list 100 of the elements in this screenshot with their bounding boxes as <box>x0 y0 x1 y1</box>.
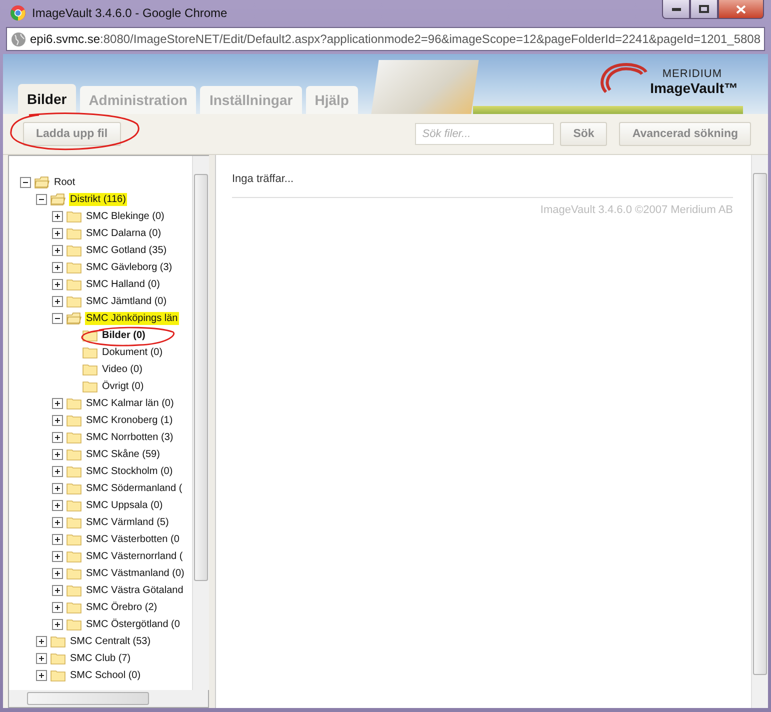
tree-item[interactable]: SMC Jönköpings län <box>85 312 179 325</box>
minimize-icon <box>672 8 680 10</box>
expand-icon[interactable] <box>52 228 63 239</box>
tree-item[interactable]: SMC Jämtland (0) <box>85 295 168 308</box>
folder-icon <box>82 363 98 376</box>
expand-icon[interactable] <box>36 636 47 647</box>
tree-item[interactable]: Video (0) <box>101 363 144 376</box>
expand-icon[interactable] <box>52 245 63 256</box>
expand-icon[interactable] <box>52 211 63 222</box>
tree-item[interactable]: SMC Kalmar län (0) <box>85 397 175 410</box>
folder-icon <box>50 669 66 682</box>
tree-item[interactable]: Övrigt (0) <box>101 380 145 393</box>
tree-item[interactable]: SMC School (0) <box>69 669 142 682</box>
open-folder-icon <box>34 176 50 189</box>
maximize-button[interactable] <box>690 0 718 19</box>
expand-icon[interactable] <box>52 551 63 562</box>
expand-icon[interactable] <box>52 279 63 290</box>
tree-item[interactable]: SMC Västerbotten (0 <box>85 533 180 546</box>
expand-icon[interactable] <box>52 432 63 443</box>
folder-icon <box>66 516 82 529</box>
tree-item[interactable]: SMC Södermanland ( <box>85 482 184 495</box>
folder-icon <box>50 635 66 648</box>
horizontal-scrollbar[interactable] <box>9 690 192 707</box>
tree-item[interactable]: Distrikt (116) <box>69 193 127 206</box>
folder-icon <box>66 618 82 631</box>
folder-icon <box>66 261 82 274</box>
tree-item[interactable]: SMC Uppsala (0) <box>85 499 164 512</box>
logo-brand: MERIDIUM <box>662 68 722 80</box>
folder-icon <box>66 397 82 410</box>
expand-icon[interactable] <box>52 449 63 460</box>
collapse-icon[interactable] <box>36 194 47 205</box>
maximize-icon <box>699 5 709 13</box>
vertical-scrollbar[interactable] <box>751 155 768 708</box>
logo-product: ImageVault™ <box>650 80 738 96</box>
tree-item[interactable]: SMC Stockholm (0) <box>85 465 174 478</box>
tree-item[interactable]: SMC Gävleborg (3) <box>85 261 174 274</box>
folder-icon <box>50 652 66 665</box>
expand-icon[interactable] <box>52 534 63 545</box>
open-folder-icon <box>50 193 66 206</box>
collapse-icon[interactable] <box>20 177 31 188</box>
tab[interactable]: Bilder <box>18 84 76 114</box>
expand-icon[interactable] <box>52 262 63 273</box>
tree-item[interactable]: SMC Västra Götaland <box>85 584 184 597</box>
open-folder-icon <box>66 312 82 325</box>
folder-icon <box>82 346 98 359</box>
expand-icon[interactable] <box>52 415 63 426</box>
tree-item[interactable]: SMC Kronoberg (1) <box>85 414 174 427</box>
folder-icon <box>66 533 82 546</box>
folder-icon <box>66 550 82 563</box>
tree-item[interactable]: SMC Club (7) <box>69 652 132 665</box>
folder-icon <box>66 482 82 495</box>
expand-icon[interactable] <box>52 500 63 511</box>
tree-item[interactable]: SMC Västernorrland ( <box>85 550 184 563</box>
expand-icon[interactable] <box>52 602 63 613</box>
globe-icon <box>11 32 26 46</box>
folder-icon <box>66 567 82 580</box>
expand-icon[interactable] <box>52 568 63 579</box>
expand-icon[interactable] <box>52 483 63 494</box>
tree-item[interactable]: Root <box>53 176 76 189</box>
expand-icon[interactable] <box>52 585 63 596</box>
browser-icon <box>10 5 26 21</box>
folder-icon <box>66 499 82 512</box>
folder-icon <box>66 465 82 478</box>
tree-item[interactable]: Bilder (0) <box>101 329 146 342</box>
window-title: ImageVault 3.4.6.0 - Google Chrome <box>32 6 228 20</box>
expand-icon[interactable] <box>36 670 47 681</box>
tree-item[interactable]: SMC Västmanland (0) <box>85 567 186 580</box>
tree-item[interactable]: SMC Örebro (2) <box>85 601 158 614</box>
expand-icon[interactable] <box>52 398 63 409</box>
tree-item[interactable]: SMC Blekinge (0) <box>85 210 166 223</box>
address-bar[interactable]: epi6.svmc.se:8080/ImageStoreNET/Edit/Default2.aspx?applicationmode2=96&imageScope=12&pageFolderId=2241&pageId=1201_5808 <box>6 27 765 51</box>
copyright-text: ImageVault 3.4.6.0 ©2007 Meridium AB <box>539 204 733 216</box>
vertical-scrollbar[interactable] <box>192 156 209 690</box>
folder-icon <box>66 210 82 223</box>
folder-icon <box>66 227 82 240</box>
folder-icon <box>66 414 82 427</box>
search-field[interactable]: Sök filer... <box>415 123 554 145</box>
expand-icon[interactable] <box>52 466 63 477</box>
expand-icon[interactable] <box>52 296 63 307</box>
expand-icon[interactable] <box>52 517 63 528</box>
tree-item[interactable]: SMC Gotland (35) <box>85 244 168 257</box>
folder-icon <box>66 295 82 308</box>
tree-item[interactable]: SMC Östergötland (0 <box>85 618 181 631</box>
folder-icon <box>66 448 82 461</box>
folder-icon <box>66 584 82 597</box>
tree-item[interactable]: SMC Skåne (59) <box>85 448 161 461</box>
folder-icon <box>66 601 82 614</box>
tree-item[interactable]: SMC Dalarna (0) <box>85 227 162 240</box>
collapse-icon[interactable] <box>52 313 63 324</box>
expand-icon[interactable] <box>52 619 63 630</box>
expand-icon[interactable] <box>36 653 47 664</box>
tree-item[interactable]: SMC Värmland (5) <box>85 516 170 529</box>
tree-item[interactable]: SMC Centralt (53) <box>69 635 152 648</box>
tree-item[interactable]: SMC Norrbotten (3) <box>85 431 174 444</box>
folder-icon <box>82 380 98 393</box>
tree-item[interactable]: SMC Halland (0) <box>85 278 161 291</box>
tree-item[interactable]: Dokument (0) <box>101 346 164 359</box>
close-button[interactable] <box>718 0 764 19</box>
folder-icon <box>66 431 82 444</box>
minimize-button[interactable] <box>662 0 690 19</box>
